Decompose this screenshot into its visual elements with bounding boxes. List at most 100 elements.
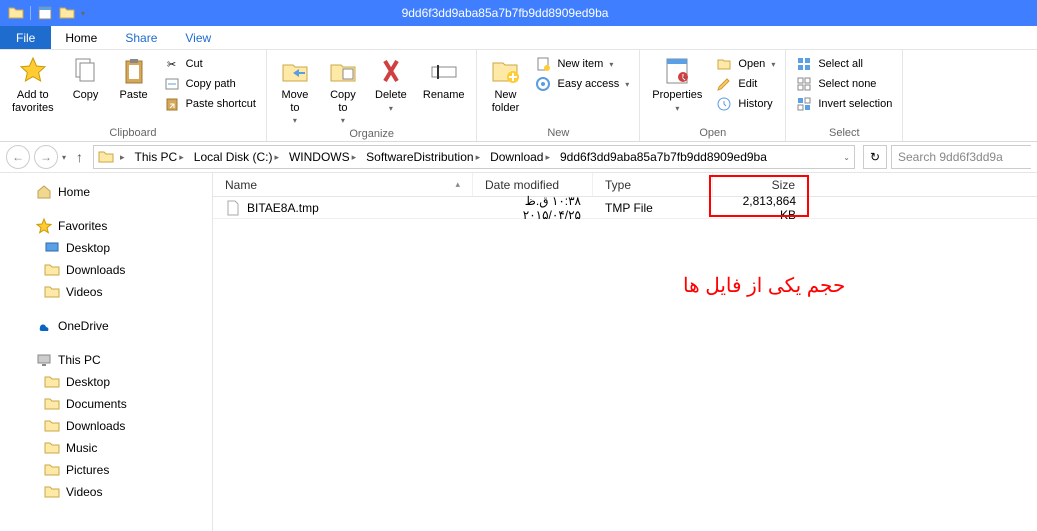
easy-access-button[interactable]: Easy access ▾ bbox=[531, 75, 633, 93]
folder-icon bbox=[44, 462, 60, 478]
breadcrumb-item[interactable]: SoftwareDistribution ▸ bbox=[362, 150, 484, 164]
properties-button[interactable]: Properties ▾ bbox=[646, 53, 708, 115]
copy-button[interactable]: Copy bbox=[64, 53, 108, 104]
move-to-button[interactable]: Move to ▾ bbox=[273, 53, 317, 127]
tab-view[interactable]: View bbox=[171, 26, 225, 49]
paste-icon bbox=[118, 55, 150, 87]
new-item-icon bbox=[535, 56, 551, 72]
address-dropdown-icon[interactable]: ⌄ bbox=[843, 153, 850, 162]
paste-shortcut-button[interactable]: Paste shortcut bbox=[160, 95, 260, 113]
new-folder-qat-icon[interactable] bbox=[59, 5, 75, 21]
select-none-icon bbox=[796, 76, 812, 92]
add-to-favorites-button[interactable]: Add to favorites bbox=[6, 53, 60, 116]
delete-icon bbox=[375, 55, 407, 87]
address-bar[interactable]: ▸ This PC ▸ Local Disk (C:) ▸ WINDOWS ▸ … bbox=[93, 145, 855, 169]
window-title: 9dd6f3dd9aba85a7b7fb9dd8909ed9ba bbox=[93, 6, 917, 20]
file-type: TMP File bbox=[593, 201, 713, 215]
chevron-down-icon: ▾ bbox=[625, 80, 629, 89]
folder-icon bbox=[98, 149, 114, 165]
invert-selection-button[interactable]: Invert selection bbox=[792, 95, 896, 113]
invert-selection-icon bbox=[796, 96, 812, 112]
tab-share[interactable]: Share bbox=[111, 26, 171, 49]
nav-pc-downloads[interactable]: Downloads bbox=[0, 415, 212, 437]
breadcrumb-chevron[interactable]: ▸ bbox=[116, 152, 129, 163]
file-date: ۱۰:۳۸ ق.ظ ۲۰۱۵/۰۴/۲۵ bbox=[473, 194, 593, 222]
chevron-down-icon: ▾ bbox=[389, 104, 393, 113]
file-list-pane: Name▴ Date modified Type Size BITAE8A.tm… bbox=[213, 173, 1037, 531]
folder-icon bbox=[8, 5, 24, 21]
nav-thispc[interactable]: This PC bbox=[0, 349, 212, 371]
history-icon bbox=[716, 96, 732, 112]
breadcrumb-item[interactable]: This PC ▸ bbox=[131, 150, 188, 164]
nav-onedrive[interactable]: OneDrive bbox=[0, 315, 212, 337]
copy-to-button[interactable]: Copy to ▾ bbox=[321, 53, 365, 127]
separator bbox=[30, 6, 31, 20]
rename-button[interactable]: Rename bbox=[417, 53, 471, 104]
tab-home[interactable]: Home bbox=[51, 26, 111, 49]
qat-dropdown-icon[interactable]: ▾ bbox=[81, 9, 85, 18]
nav-pc-pictures[interactable]: Pictures bbox=[0, 459, 212, 481]
breadcrumb-item[interactable]: Download ▸ bbox=[486, 150, 554, 164]
nav-pc-videos[interactable]: Videos bbox=[0, 481, 212, 503]
tab-file[interactable]: File bbox=[0, 26, 51, 49]
column-header-name[interactable]: Name▴ bbox=[213, 173, 473, 196]
easy-access-icon bbox=[535, 76, 551, 92]
column-header-type[interactable]: Type bbox=[593, 173, 713, 196]
select-none-button[interactable]: Select none bbox=[792, 75, 896, 93]
edit-button[interactable]: Edit bbox=[712, 75, 779, 93]
file-name: BITAE8A.tmp bbox=[247, 201, 319, 215]
navigation-pane[interactable]: Home Favorites Desktop Downloads Videos … bbox=[0, 173, 213, 531]
nav-pc-music[interactable]: Music bbox=[0, 437, 212, 459]
star-icon bbox=[17, 55, 49, 87]
select-all-button[interactable]: Select all bbox=[792, 55, 896, 73]
move-to-icon bbox=[279, 55, 311, 87]
breadcrumb-item[interactable]: 9dd6f3dd9aba85a7b7fb9dd8909ed9ba bbox=[556, 150, 771, 164]
clipboard-group-label: Clipboard bbox=[6, 126, 260, 141]
breadcrumb-item[interactable]: WINDOWS ▸ bbox=[285, 150, 360, 164]
size-highlight-box bbox=[709, 175, 809, 217]
new-folder-button[interactable]: New folder bbox=[483, 53, 527, 116]
nav-fav-downloads[interactable]: Downloads bbox=[0, 259, 212, 281]
history-button[interactable]: History bbox=[712, 95, 779, 113]
copy-to-icon bbox=[327, 55, 359, 87]
desktop-icon bbox=[44, 240, 60, 256]
properties-icon bbox=[661, 55, 693, 87]
cut-button[interactable]: ✂Cut bbox=[160, 55, 260, 73]
new-item-button[interactable]: New item ▾ bbox=[531, 55, 633, 73]
file-row[interactable]: BITAE8A.tmp ۱۰:۳۸ ق.ظ ۲۰۱۵/۰۴/۲۵ TMP Fil… bbox=[213, 197, 1037, 219]
copy-icon bbox=[70, 55, 102, 87]
nav-history-dropdown[interactable]: ▾ bbox=[62, 153, 66, 162]
breadcrumb-item[interactable]: Local Disk (C:) ▸ bbox=[190, 150, 283, 164]
folder-icon bbox=[44, 396, 60, 412]
search-input[interactable]: Search 9dd6f3dd9a bbox=[891, 145, 1031, 169]
nav-fav-desktop[interactable]: Desktop bbox=[0, 237, 212, 259]
open-group-label: Open bbox=[646, 126, 779, 141]
nav-home[interactable]: Home bbox=[0, 181, 212, 203]
nav-up-button[interactable]: ↑ bbox=[70, 149, 89, 165]
refresh-button[interactable]: ↻ bbox=[863, 145, 887, 169]
pc-icon bbox=[36, 352, 52, 368]
chevron-down-icon: ▾ bbox=[675, 104, 679, 113]
nav-forward-button[interactable]: → bbox=[34, 145, 58, 169]
nav-favorites[interactable]: Favorites bbox=[0, 215, 212, 237]
open-button[interactable]: Open ▾ bbox=[712, 55, 779, 73]
select-group-label: Select bbox=[792, 126, 896, 141]
chevron-down-icon: ▾ bbox=[341, 116, 345, 125]
open-icon bbox=[716, 56, 732, 72]
paste-button[interactable]: Paste bbox=[112, 53, 156, 104]
copy-path-button[interactable]: Copy path bbox=[160, 75, 260, 93]
nav-back-button[interactable]: ← bbox=[6, 145, 30, 169]
chevron-down-icon: ▾ bbox=[771, 60, 775, 69]
folder-icon bbox=[44, 440, 60, 456]
folder-icon bbox=[44, 374, 60, 390]
nav-pc-desktop[interactable]: Desktop bbox=[0, 371, 212, 393]
properties-qat-icon[interactable] bbox=[37, 5, 53, 21]
copy-path-icon bbox=[164, 76, 180, 92]
nav-fav-videos[interactable]: Videos bbox=[0, 281, 212, 303]
home-icon bbox=[36, 184, 52, 200]
nav-pc-documents[interactable]: Documents bbox=[0, 393, 212, 415]
star-icon bbox=[36, 218, 52, 234]
delete-button[interactable]: Delete ▾ bbox=[369, 53, 413, 115]
chevron-down-icon: ▾ bbox=[293, 116, 297, 125]
rename-icon bbox=[428, 55, 460, 87]
